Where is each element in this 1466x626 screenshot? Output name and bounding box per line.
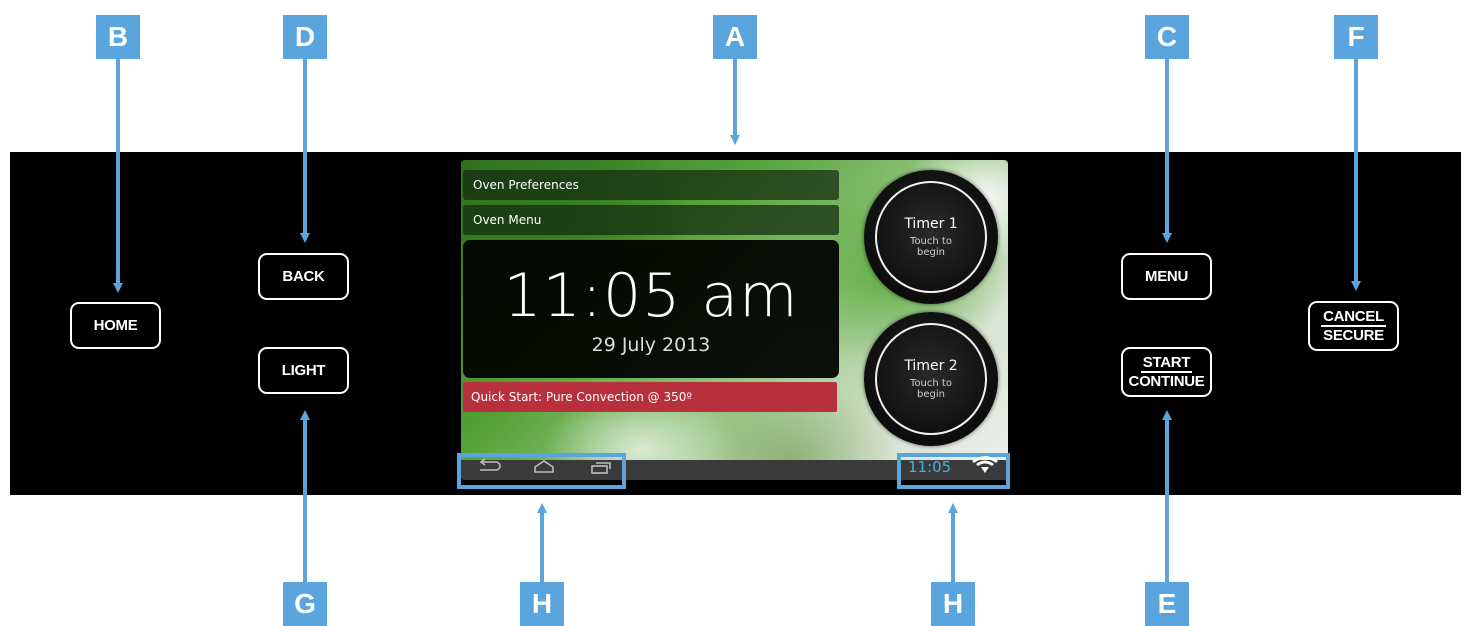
callout-h-left: H	[520, 582, 564, 626]
callout-c: C	[1145, 15, 1189, 59]
callout-d: D	[283, 15, 327, 59]
callout-e: E	[1145, 582, 1189, 626]
callout-g: G	[283, 582, 327, 626]
callout-b: B	[96, 15, 140, 59]
callout-h-right: H	[931, 582, 975, 626]
callout-a: A	[713, 15, 757, 59]
annotation-overlay	[113, 55, 1361, 590]
back-icon[interactable]	[479, 458, 501, 471]
callout-arrows	[113, 55, 1361, 590]
home-icon[interactable]	[534, 460, 554, 473]
wifi-icon	[972, 456, 998, 473]
recent-apps-icon[interactable]	[591, 462, 611, 474]
callout-f: F	[1334, 15, 1378, 59]
